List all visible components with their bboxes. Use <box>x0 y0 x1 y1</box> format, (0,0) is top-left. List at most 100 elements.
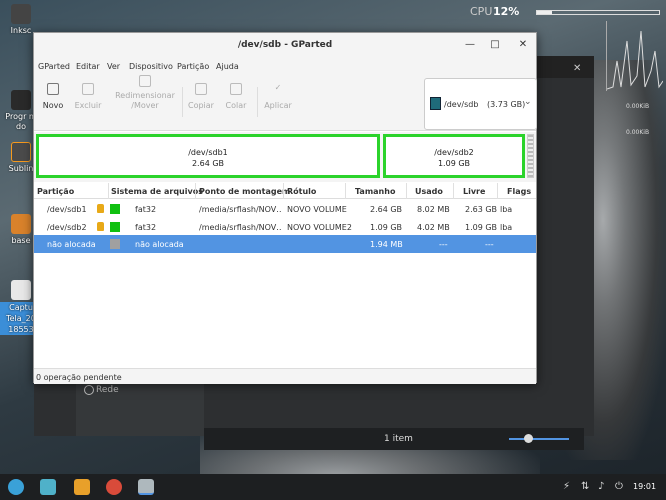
column-header-partition[interactable]: Partição <box>37 187 74 196</box>
sublime-icon <box>11 142 31 162</box>
menu-particao[interactable]: Partição <box>177 62 209 71</box>
column-divider <box>497 183 498 199</box>
column-header-label[interactable]: Rótulo <box>287 187 316 196</box>
new-button[interactable]: Novo <box>42 83 64 111</box>
filesystem-color-swatch <box>110 204 120 214</box>
store-icon[interactable] <box>40 479 56 495</box>
device-selector[interactable]: /dev/sdb (3.73 GB) ⌄ <box>424 78 537 130</box>
resize-move-button[interactable]: Redimensionar /Mover <box>114 75 176 111</box>
cpu-bar <box>536 10 660 15</box>
menu-ver[interactable]: Ver <box>107 62 120 71</box>
volume-icon[interactable]: ♪ <box>598 481 604 492</box>
partition-map: /dev/sdb1 2.64 GB /dev/sdb2 1.09 GB <box>34 132 536 182</box>
sidebar-item-network[interactable]: Rede <box>96 385 119 395</box>
table-header: Partição Sistema de arquivos Ponto de mo… <box>34 183 536 199</box>
cell-flags: lba <box>500 205 513 214</box>
column-header-mountpoint[interactable]: Ponto de montagem <box>199 187 290 196</box>
inkscape-icon <box>11 4 31 24</box>
chrome-icon[interactable] <box>106 479 122 495</box>
zoom-slider[interactable] <box>509 438 569 440</box>
toolbar-separator <box>182 87 183 117</box>
lock-icon <box>97 222 104 231</box>
clock: 19:01 <box>633 482 657 491</box>
item-count: 1 item <box>384 434 413 444</box>
power-icon[interactable]: ⏻ <box>615 481 623 492</box>
cell-partition: não alocada <box>47 240 96 249</box>
partition-map-name: /dev/sdb2 <box>434 148 474 157</box>
network-tray-icon[interactable]: ⇅ <box>581 481 589 492</box>
menu-ajuda[interactable]: Ajuda <box>216 62 239 71</box>
cell-used: 4.02 MB <box>417 223 450 232</box>
start-menu-icon[interactable] <box>8 479 24 495</box>
close-button[interactable]: ✕ <box>517 39 529 51</box>
desktop-icon-inkscape[interactable]: Inksc <box>0 4 42 35</box>
column-header-filesystem[interactable]: Sistema de arquivos <box>111 187 203 196</box>
cell-size: 1.94 MB <box>370 240 403 249</box>
cell-mountpoint: /media/srflash/NOV… <box>199 205 281 214</box>
column-header-flags[interactable]: Flags <box>507 187 531 196</box>
column-header-used[interactable]: Usado <box>415 187 443 196</box>
chevron-down-icon: ⌄ <box>524 97 532 107</box>
pending-operations: 0 operação pendente <box>36 373 122 382</box>
filesystem-color-swatch <box>110 222 120 232</box>
column-divider <box>108 183 109 199</box>
apply-button[interactable]: ✓ Aplicar <box>264 83 292 111</box>
table-row[interactable]: /dev/sdb1 fat32 /media/srflash/NOV… NOVO… <box>34 200 536 218</box>
files-icon[interactable] <box>74 479 90 495</box>
partition-map-name: /dev/sdb1 <box>188 148 228 157</box>
table-row[interactable]: /dev/sdb2 fat32 /media/srflash/NOV… NOVO… <box>34 218 536 236</box>
partition-map-sdb1[interactable]: /dev/sdb1 2.64 GB <box>36 134 380 178</box>
device-name: /dev/sdb <box>444 100 479 109</box>
gparted-window[interactable]: /dev/sdb - GParted — □ ✕ GParted Editar … <box>33 32 537 384</box>
program-icon <box>11 90 31 110</box>
partition-map-size: 1.09 GB <box>437 159 471 168</box>
zoom-slider-handle[interactable] <box>524 434 533 443</box>
check-icon: ✓ <box>274 83 282 92</box>
cell-mountpoint: /media/srflash/NOV… <box>199 223 281 232</box>
menu-editar[interactable]: Editar <box>76 62 100 71</box>
apply-label: Aplicar <box>264 101 292 110</box>
delete-button[interactable]: Excluir <box>74 83 102 111</box>
resize-icon <box>139 75 151 87</box>
copy-button[interactable]: Copiar <box>188 83 214 111</box>
column-divider <box>195 183 196 199</box>
cell-partition: /dev/sdb1 <box>47 205 87 214</box>
paste-label: Colar <box>225 101 247 110</box>
cell-size: 2.64 GB <box>370 205 403 214</box>
maximize-button[interactable]: □ <box>489 39 501 51</box>
toolbar-separator <box>257 87 258 117</box>
device-size: (3.73 GB) <box>487 100 526 109</box>
column-header-free[interactable]: Livre <box>463 187 485 196</box>
new-label: Novo <box>42 101 64 110</box>
trash-icon <box>82 83 94 95</box>
partition-map-unallocated[interactable] <box>527 134 534 178</box>
usb-icon[interactable]: ⚡ <box>563 481 570 492</box>
file-manager-statusbar: 1 item <box>204 428 584 450</box>
column-header-size[interactable]: Tamanho <box>355 187 395 196</box>
partition-map-sdb2[interactable]: /dev/sdb2 1.09 GB <box>383 134 525 178</box>
net-down-value: 0.00KiB <box>626 103 650 110</box>
table-row-selected[interactable]: não alocada não alocada 1.94 MB --- --- <box>34 235 536 253</box>
statusbar: 0 operação pendente <box>34 368 536 384</box>
cell-label: NOVO VOLUME2 <box>287 223 352 232</box>
menu-dispositivo[interactable]: Dispositivo <box>129 62 173 71</box>
cpu-graph-svg <box>606 30 664 90</box>
new-icon <box>47 83 59 95</box>
partition-map-size: 2.64 GB <box>191 159 225 168</box>
network-icon <box>84 385 94 395</box>
window-title: /dev/sdb - GParted <box>237 40 333 50</box>
lock-icon <box>97 204 104 213</box>
image-file-icon <box>11 280 31 300</box>
delete-label: Excluir <box>74 101 102 110</box>
close-icon[interactable]: ✕ <box>573 63 583 74</box>
column-divider <box>283 183 284 199</box>
cell-used: 8.02 MB <box>417 205 450 214</box>
copy-icon <box>195 83 207 95</box>
toolbar: Novo Excluir Redimensionar /Mover Copiar… <box>34 75 537 131</box>
gparted-taskbar-icon[interactable] <box>138 479 154 495</box>
minimize-button[interactable]: — <box>464 39 476 51</box>
cell-free: 2.63 GB <box>465 205 498 214</box>
taskbar: ⚡ ⇅ ♪ ⏻ 19:01 <box>0 474 666 500</box>
paste-button[interactable]: Colar <box>224 83 248 111</box>
menu-gparted[interactable]: GParted <box>38 62 70 71</box>
